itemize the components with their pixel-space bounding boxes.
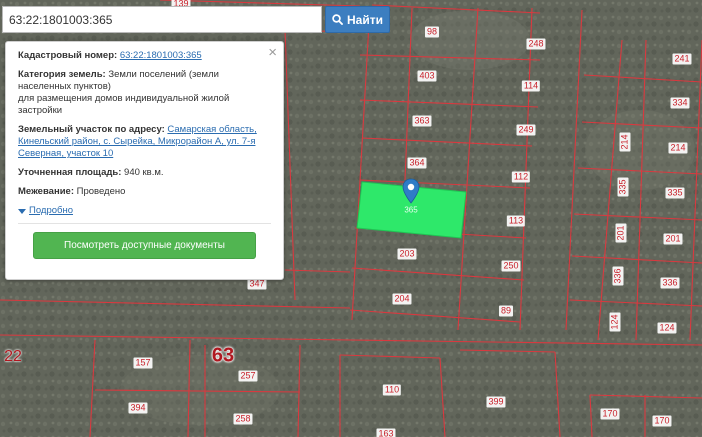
cadastral-number-row: Кадастровый номер: 63:22:1801003:365 (18, 50, 271, 62)
plot-label[interactable]: 248 (526, 38, 546, 50)
plot-label[interactable]: 214 (619, 132, 631, 152)
land-category-label: Категория земель: (18, 69, 106, 80)
plot-label[interactable]: 203 (397, 248, 417, 260)
plot-label[interactable]: 201 (615, 223, 627, 243)
plot-label[interactable]: 241 (672, 53, 692, 65)
address-row: Земельный участок по адресу: Самарская о… (18, 124, 271, 160)
survey-row: Межевание: Проведено (18, 186, 271, 198)
plot-label[interactable]: 201 (663, 233, 683, 245)
plot-label[interactable]: 163 (376, 428, 396, 437)
plot-label[interactable]: 114 (521, 80, 541, 92)
plot-label[interactable]: 258 (233, 413, 253, 425)
area-row: Уточненная площадь: 940 кв.м. (18, 167, 271, 179)
address-label: Земельный участок по адресу: (18, 124, 165, 135)
plot-label[interactable]: 336 (660, 277, 680, 289)
close-icon[interactable]: × (268, 45, 277, 60)
cadastral-number-label: Кадастровый номер: (18, 50, 118, 61)
plot-label[interactable]: 98 (424, 26, 440, 38)
plot-label[interactable]: 335 (665, 187, 685, 199)
plot-label[interactable]: 249 (516, 124, 536, 136)
quarter-label: 63 (211, 344, 235, 367)
plot-label[interactable]: 110 (382, 384, 402, 396)
cadastral-search-input[interactable] (2, 6, 322, 33)
selected-plot-label: 365 (404, 205, 418, 215)
plot-label[interactable]: 214 (668, 142, 688, 154)
plot-label[interactable]: 394 (128, 402, 148, 414)
plot-label[interactable]: 335 (617, 177, 629, 197)
search-button-label: Найти (347, 12, 383, 27)
plot-label[interactable]: 112 (511, 171, 531, 183)
plot-label[interactable]: 124 (657, 322, 677, 334)
plot-label[interactable]: 157 (133, 357, 153, 369)
quarter-label: 22 (4, 348, 22, 365)
survey-value: Проведено (76, 186, 126, 197)
plot-label[interactable]: 204 (392, 293, 412, 305)
plot-label[interactable]: 170 (652, 415, 672, 427)
plot-info-popup: × Кадастровый номер: 63:22:1801003:365 К… (5, 41, 284, 280)
details-label: Подробно (29, 205, 73, 216)
land-category-row: Категория земель: Земли поселений (земли… (18, 69, 271, 117)
cadastral-number-link[interactable]: 63:22:1801003:365 (120, 50, 202, 61)
popup-divider (18, 223, 271, 224)
area-value: 940 кв.м. (124, 167, 164, 178)
caret-down-icon (18, 208, 26, 214)
area-label: Уточненная площадь: (18, 167, 122, 178)
plot-label[interactable]: 257 (238, 370, 258, 382)
plot-label[interactable]: 334 (670, 97, 690, 109)
plot-label[interactable]: 403 (417, 70, 437, 82)
plot-label[interactable]: 89 (498, 305, 514, 317)
plot-label[interactable]: 113 (506, 215, 526, 227)
plot-label[interactable]: 124 (609, 312, 621, 332)
plot-label[interactable]: 250 (501, 260, 521, 272)
map-marker-icon[interactable] (402, 178, 420, 204)
plot-label[interactable]: 336 (612, 266, 624, 286)
plot-label[interactable]: 363 (412, 115, 432, 127)
plot-label[interactable]: 364 (407, 157, 427, 169)
plot-label[interactable]: 399 (486, 396, 506, 408)
details-toggle[interactable]: Подробно (18, 205, 271, 217)
land-purpose-value: для размещения домов индивидуальной жило… (18, 93, 230, 116)
search-button[interactable]: Найти (325, 6, 390, 33)
plot-label[interactable]: 170 (600, 408, 620, 420)
plot-label[interactable]: 347 (247, 278, 267, 290)
survey-label: Межевание: (18, 186, 74, 197)
search-icon (332, 14, 343, 25)
view-documents-button[interactable]: Посмотреть доступные документы (33, 232, 256, 259)
